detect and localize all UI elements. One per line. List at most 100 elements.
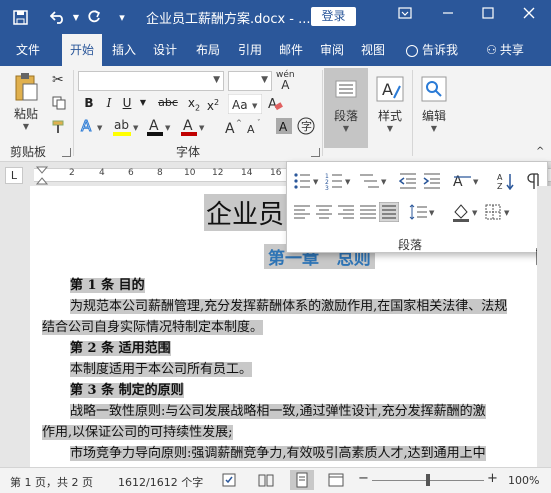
italic-icon[interactable]: I <box>100 94 118 112</box>
subscript-icon[interactable]: x2 <box>185 94 203 112</box>
zoom-out-button[interactable]: − <box>358 471 369 486</box>
svg-text:ˇ: ˇ <box>257 119 261 127</box>
superscript-icon[interactable]: x2 <box>204 94 222 113</box>
font-color-icon[interactable]: A ▼ <box>146 116 174 141</box>
ruler-tick: 8 <box>157 168 163 178</box>
save-icon[interactable] <box>10 7 30 27</box>
ribbon-tab-bar: 文件 开始 插入 设计 布局 引用 邮件 审阅 视图 告诉我 ⚇ 共享 <box>0 34 551 66</box>
collapse-ribbon-icon[interactable]: ^ <box>536 146 544 157</box>
multilevel-list-icon[interactable]: ▼ <box>359 172 387 193</box>
chevron-down-icon: ▼ <box>213 75 220 85</box>
asian-layout-icon[interactable]: A ▼ <box>453 172 481 193</box>
styles-icon: A <box>374 74 406 104</box>
align-right-icon[interactable] <box>337 204 355 223</box>
enclose-characters-icon[interactable]: 字 <box>296 116 316 139</box>
clipboard-launcher-icon[interactable] <box>62 148 71 157</box>
undo-icon[interactable] <box>48 7 68 27</box>
page-count[interactable]: 第 1 页，共 2 页 <box>10 474 93 490</box>
ribbon-display-options-icon[interactable] <box>394 6 416 26</box>
word-count[interactable]: 1612/1612 个字 <box>118 474 203 490</box>
bold-icon[interactable]: B <box>80 94 98 112</box>
tab-insert[interactable]: 插入 <box>106 34 142 66</box>
paragraph-popup: ▼ 1 2 3 ▼ ▼ A ▼ AZ ▼ ▼ ▼ 段落 <box>286 161 548 253</box>
copy-icon[interactable] <box>52 96 66 113</box>
strikethrough-icon[interactable]: abc <box>154 94 182 112</box>
align-center-icon[interactable] <box>315 204 333 223</box>
zoom-level[interactable]: 100% <box>508 474 539 487</box>
styles-label: 样式 <box>377 109 402 123</box>
chevron-down-icon: ▼ <box>386 124 394 133</box>
format-painter-icon[interactable] <box>52 120 66 137</box>
tab-design[interactable]: 设计 <box>147 34 183 66</box>
align-left-icon[interactable] <box>293 204 311 223</box>
vertical-scrollbar[interactable] <box>537 186 551 467</box>
paragraph-label: 段落 <box>333 109 358 123</box>
undo-dropdown-icon[interactable]: ▼ <box>66 7 86 27</box>
tab-view[interactable]: 视图 <box>355 34 391 66</box>
tell-me-label: 告诉我 <box>421 43 458 57</box>
editing-label: 编辑 <box>421 109 446 123</box>
font-name-combo[interactable]: ▼ <box>78 71 224 91</box>
sort-icon[interactable]: AZ <box>497 172 515 193</box>
zoom-slider-thumb[interactable] <box>426 474 430 486</box>
tell-me-search[interactable]: 告诉我 <box>400 34 464 66</box>
print-layout-icon[interactable] <box>290 470 314 493</box>
window-title: 企业员工薪酬方案.docx - ... <box>146 12 311 27</box>
tab-references[interactable]: 引用 <box>232 34 268 66</box>
editing-button[interactable]: 编辑 ▼ <box>414 68 454 148</box>
tab-file[interactable]: 文件 <box>10 34 46 66</box>
styles-button[interactable]: A 样式 ▼ <box>370 68 410 148</box>
login-button[interactable]: 登录 <box>311 7 356 26</box>
shading-icon[interactable]: ▼ <box>451 202 481 225</box>
tab-home[interactable]: 开始 <box>62 34 102 66</box>
phonetic-guide-button[interactable]: wén A <box>276 70 295 92</box>
customize-toolbar-icon[interactable]: ▾ <box>112 7 132 27</box>
person-icon: ⚇ <box>486 43 497 57</box>
increase-indent-icon[interactable] <box>423 172 441 193</box>
clipboard-group-label: 剪贴板 <box>10 145 47 159</box>
proofing-icon[interactable] <box>222 473 238 490</box>
read-mode-icon[interactable] <box>258 473 274 490</box>
borders-icon[interactable]: ▼ <box>485 204 515 223</box>
close-icon[interactable] <box>518 6 540 26</box>
ruler-tick: 4 <box>99 168 105 178</box>
share-button[interactable]: ⚇ 共享 <box>480 34 530 66</box>
paste-dropdown-icon[interactable]: ▼ <box>8 122 44 131</box>
grow-font-icon[interactable]: A ^ <box>224 118 244 139</box>
paste-button[interactable]: 粘贴 ▼ <box>8 72 44 131</box>
bullets-icon[interactable]: ▼ <box>293 172 319 193</box>
title-bar: ▼ ▾ 企业员工薪酬方案.docx - ... 登录 <box>0 0 551 34</box>
change-case-icon[interactable]: Aa ▼ <box>227 93 263 117</box>
clear-formatting-icon[interactable]: A <box>266 94 284 115</box>
svg-text:^: ^ <box>236 119 242 127</box>
tab-layout[interactable]: 布局 <box>190 34 226 66</box>
cut-icon[interactable]: ✂ <box>52 72 64 88</box>
decrease-indent-icon[interactable] <box>398 172 417 193</box>
shrink-font-icon[interactable]: Aˇ <box>246 118 266 139</box>
svg-text:▼: ▼ <box>429 209 435 217</box>
numbering-icon[interactable]: 1 2 3 ▼ <box>325 172 351 193</box>
tab-mailings[interactable]: 邮件 <box>273 34 309 66</box>
svg-text:A: A <box>268 97 277 112</box>
article-heading: 第 1 条 目的 <box>70 278 145 293</box>
line-spacing-icon[interactable]: ▼ <box>409 204 437 223</box>
svg-text:A: A <box>149 118 159 134</box>
underline-dropdown-icon[interactable]: ▼ <box>134 94 152 112</box>
zoom-in-button[interactable]: + <box>487 471 498 486</box>
distributed-align-icon[interactable] <box>378 201 400 225</box>
font-launcher-icon[interactable] <box>311 148 320 157</box>
text-effects-icon[interactable]: A ▼ <box>80 116 106 139</box>
font-size-combo[interactable]: ▼ <box>228 71 272 91</box>
paragraph-button[interactable]: 段落 ▼ <box>324 68 368 148</box>
minimize-icon[interactable] <box>437 6 459 26</box>
character-shading-icon[interactable]: A <box>276 118 292 137</box>
svg-text:A: A <box>81 117 92 135</box>
justify-icon[interactable] <box>359 204 377 223</box>
highlight-color-icon[interactable]: ab ▼ <box>112 116 142 141</box>
tab-review[interactable]: 审阅 <box>314 34 350 66</box>
redo-icon[interactable] <box>84 7 104 27</box>
web-layout-icon[interactable] <box>328 473 344 490</box>
tab-selector[interactable]: L <box>5 167 23 184</box>
maximize-icon[interactable] <box>477 6 499 26</box>
font-color-shading-icon[interactable]: A ▼ <box>180 116 208 141</box>
